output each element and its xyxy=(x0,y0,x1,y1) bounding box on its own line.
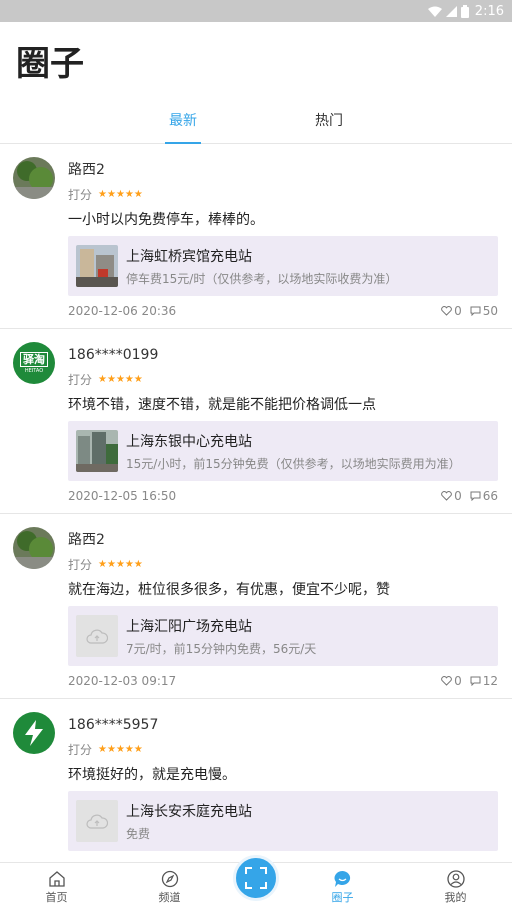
status-bar: 2:16 xyxy=(0,0,512,22)
rating-label: 打分 xyxy=(68,743,93,757)
station-name: 上海虹桥宾馆充电站 xyxy=(126,248,252,265)
station-card[interactable]: 上海长安禾庭充电站 免费 xyxy=(68,791,498,851)
star-rating: ★★★★★ xyxy=(98,189,143,200)
nav-circle-label: 圈子 xyxy=(331,890,354,904)
post-item[interactable]: 路西2 打分 ★★★★★ 就在海边，桩位很多很多，有优惠，便宜不少呢，赞 上海汇… xyxy=(0,514,512,699)
scan-icon xyxy=(245,867,267,889)
post-username[interactable]: 路西2 xyxy=(68,526,500,554)
post-text: 环境不错，速度不错，就是能不能把价格调低一点 xyxy=(68,397,376,413)
comment-button[interactable]: 50 xyxy=(470,304,498,318)
home-icon xyxy=(48,871,65,887)
post-rating: 打分 ★★★★★ xyxy=(68,184,500,206)
station-card[interactable]: 上海东银中心充电站 15元/小时，前15分钟免费（仅供参考，以场地实际费用为准） xyxy=(68,421,498,481)
comment-button[interactable]: 66 xyxy=(470,489,498,503)
post-meta: 2020-12-06 20:36 0 50 xyxy=(68,304,498,318)
chat-bubble-icon xyxy=(334,870,351,887)
cloud-placeholder-icon xyxy=(86,629,108,644)
post-item[interactable]: 驿淘 HEITAO 186****0199 打分 ★★★★★ 环境不错，速度不错… xyxy=(0,329,512,514)
nav-home[interactable]: 首页 xyxy=(17,869,97,905)
like-button[interactable]: 0 xyxy=(441,674,462,688)
station-name: 上海汇阳广场充电站 xyxy=(126,618,252,635)
nav-home-label: 首页 xyxy=(45,890,68,904)
station-card[interactable]: 上海虹桥宾馆充电站 停车费15元/时（仅供参考，以场地实际收费为准） xyxy=(68,236,498,296)
post-text: 就在海边，桩位很多很多，有优惠，便宜不少呢，赞 xyxy=(68,582,390,598)
cloud-placeholder-icon xyxy=(86,814,108,829)
post-feed: 路西2 打分 ★★★★★ 一小时以内免费停车，棒棒的。 上海虹桥宾馆充电站 停车… xyxy=(0,144,512,864)
page-title: 圈子 xyxy=(16,43,84,84)
star-rating: ★★★★★ xyxy=(98,559,143,570)
avatar[interactable]: 驿淘 HEITAO xyxy=(13,342,55,384)
station-thumbnail xyxy=(76,800,118,842)
heart-icon xyxy=(441,676,452,686)
post-item[interactable]: 186****5957 打分 ★★★★★ 环境挺好的，就是充电慢。 上海长安禾庭… xyxy=(0,699,512,864)
avatar[interactable] xyxy=(13,712,55,754)
comment-icon xyxy=(470,306,481,316)
avatar-logo-subtext: HEITAO xyxy=(24,368,44,374)
clock: 2:16 xyxy=(474,3,504,19)
signal-icon xyxy=(445,5,457,17)
post-rating: 打分 ★★★★★ xyxy=(68,739,500,761)
comment-icon xyxy=(470,491,481,501)
user-icon xyxy=(446,869,465,888)
like-count: 0 xyxy=(454,674,462,688)
battery-icon xyxy=(460,4,469,18)
post-meta: 2020-12-05 16:50 0 66 xyxy=(68,489,498,503)
rating-label: 打分 xyxy=(68,373,93,387)
station-price: 15元/小时，前15分钟免费（仅供参考，以场地实际费用为准） xyxy=(126,456,461,471)
nav-mine[interactable]: 我的 xyxy=(416,869,496,905)
like-count: 0 xyxy=(454,489,462,503)
nav-circle[interactable]: 圈子 xyxy=(303,869,383,905)
station-price: 7元/时，前15分钟内免费，56元/天 xyxy=(126,641,317,656)
post-rating: 打分 ★★★★★ xyxy=(68,369,500,391)
like-button[interactable]: 0 xyxy=(441,489,462,503)
star-rating: ★★★★★ xyxy=(98,374,143,385)
comment-count: 12 xyxy=(482,674,498,688)
post-item[interactable]: 路西2 打分 ★★★★★ 一小时以内免费停车，棒棒的。 上海虹桥宾馆充电站 停车… xyxy=(0,144,512,329)
post-time: 2020-12-06 20:36 xyxy=(68,304,177,318)
wifi-icon xyxy=(427,6,442,17)
station-price: 停车费15元/时（仅供参考，以场地实际收费为准） xyxy=(126,271,398,286)
post-rating: 打分 ★★★★★ xyxy=(68,554,500,576)
star-rating: ★★★★★ xyxy=(98,744,143,755)
avatar[interactable] xyxy=(13,157,55,199)
post-username[interactable]: 186****5957 xyxy=(68,711,500,739)
nav-channel[interactable]: 频道 xyxy=(130,869,210,905)
nav-channel-label: 频道 xyxy=(158,890,181,904)
heart-icon xyxy=(441,306,452,316)
post-time: 2020-12-05 16:50 xyxy=(68,489,177,503)
tab-bar: 最新 热门 xyxy=(0,98,512,144)
comment-count: 66 xyxy=(482,489,498,503)
avatar[interactable] xyxy=(13,527,55,569)
post-text: 环境挺好的，就是充电慢。 xyxy=(68,767,236,783)
station-name: 上海长安禾庭充电站 xyxy=(126,803,252,820)
tab-latest[interactable]: 最新 xyxy=(165,98,201,144)
compass-icon xyxy=(161,870,178,887)
scan-button[interactable] xyxy=(233,855,279,901)
post-username[interactable]: 186****0199 xyxy=(68,341,500,369)
heart-icon xyxy=(441,491,452,501)
comment-icon xyxy=(470,676,481,686)
comment-count: 50 xyxy=(482,304,498,318)
avatar-logo-text: 驿淘 xyxy=(20,352,48,367)
station-name: 上海东银中心充电站 xyxy=(126,433,252,450)
rating-label: 打分 xyxy=(68,558,93,572)
station-price: 免费 xyxy=(126,826,151,841)
station-thumbnail xyxy=(76,615,118,657)
rating-label: 打分 xyxy=(68,188,93,202)
nav-mine-label: 我的 xyxy=(444,890,467,904)
station-thumbnail xyxy=(76,430,118,472)
station-card[interactable]: 上海汇阳广场充电站 7元/时，前15分钟内免费，56元/天 xyxy=(68,606,498,666)
post-username[interactable]: 路西2 xyxy=(68,156,500,184)
tab-hot[interactable]: 热门 xyxy=(311,98,347,144)
comment-button[interactable]: 12 xyxy=(470,674,498,688)
like-count: 0 xyxy=(454,304,462,318)
post-time: 2020-12-03 09:17 xyxy=(68,674,177,688)
post-meta: 2020-12-03 09:17 0 12 xyxy=(68,674,498,688)
lightning-logo-icon xyxy=(25,720,43,746)
post-text: 一小时以内免费停车，棒棒的。 xyxy=(68,212,264,228)
station-thumbnail xyxy=(76,245,118,287)
like-button[interactable]: 0 xyxy=(441,304,462,318)
